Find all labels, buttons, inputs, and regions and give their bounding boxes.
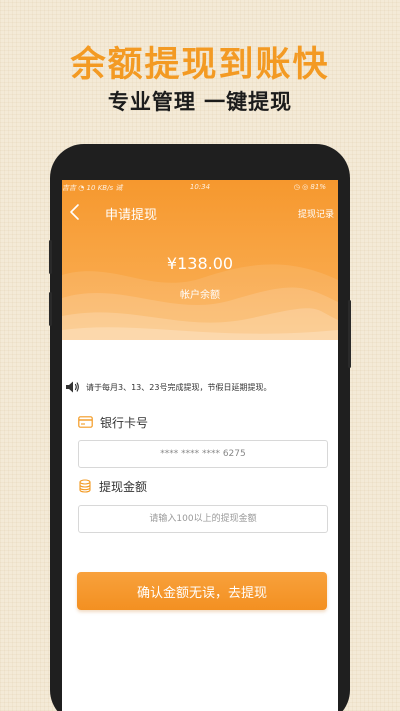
balance-label: 帐户余额 (180, 290, 220, 301)
header: 吉吉 ◔ 10 KB/s 诫 10:34 ◷ ◎ 81% 申请提现 提现记录 ¥… (62, 180, 338, 340)
chevron-left-icon (70, 204, 79, 220)
phone-screen: 吉吉 ◔ 10 KB/s 诫 10:34 ◷ ◎ 81% 申请提现 提现记录 ¥… (62, 180, 338, 711)
notice-text: 请于每月3、13、23号完成提现，节假日延期提现。 (86, 382, 272, 392)
bank-card-label: 银行卡号 (78, 414, 148, 430)
page-title: 申请提现 (105, 208, 158, 223)
status-bar: 吉吉 ◔ 10 KB/s 诫 10:34 ◷ ◎ 81% (62, 180, 338, 194)
phone-power-button (348, 300, 351, 368)
coins-icon (79, 479, 91, 493)
balance-amount: ¥138.00 (166, 254, 234, 273)
withdraw-history-link[interactable]: 提现记录 (298, 207, 334, 220)
amount-input[interactable] (78, 505, 328, 533)
bank-card-field[interactable] (78, 440, 328, 468)
phone-volume-button (49, 240, 52, 274)
phone-volume-button (49, 292, 52, 326)
amount-label-text: 提现金额 (99, 479, 148, 494)
back-button[interactable] (66, 202, 86, 222)
promo-title: 余额提现到账快 (70, 45, 330, 85)
card-icon (78, 416, 93, 428)
amount-label: 提现金额 (78, 478, 147, 494)
bank-card-label-text: 银行卡号 (100, 415, 149, 430)
status-battery: ◷ ◎ 81% (293, 183, 326, 191)
promo-subtitle: 专业管理 一键提现 (107, 90, 293, 114)
notice: 请于每月3、13、23号完成提现，节假日延期提现。 (65, 379, 271, 395)
confirm-withdraw-button[interactable]: 确认金额无误，去提现 (77, 572, 327, 610)
speaker-icon (66, 381, 79, 393)
